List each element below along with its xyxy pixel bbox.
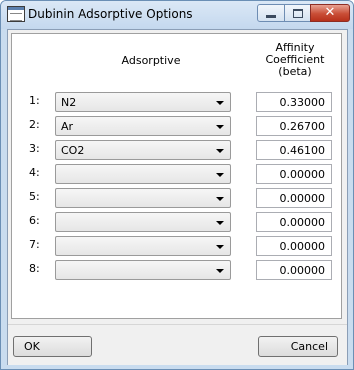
beta-field-4[interactable]: 0.00000: [256, 164, 332, 184]
beta-field-value: 0.00000: [279, 168, 326, 181]
chevron-down-icon: [216, 269, 224, 273]
chevron-down-icon: [216, 101, 224, 105]
beta-field-value: 0.00000: [279, 216, 326, 229]
beta-field-value: 0.00000: [279, 240, 326, 253]
chevron-down-icon: [216, 149, 224, 153]
minimize-button[interactable]: [257, 4, 285, 22]
adsorptive-select-value: N2: [61, 96, 77, 109]
chevron-down-icon: [216, 173, 224, 177]
adsorptive-select-7[interactable]: [55, 236, 231, 256]
adsorptive-select-5[interactable]: [55, 188, 231, 208]
row-number: 2:: [29, 118, 40, 131]
beta-field-value: 0.26700: [279, 120, 326, 133]
close-button[interactable]: ✕: [310, 4, 350, 22]
chevron-down-icon: [216, 125, 224, 129]
chevron-down-icon: [216, 197, 224, 201]
adsorptive-select-value: CO2: [61, 144, 85, 157]
adsorptive-table-panel: Adsorptive Affinity Coefficient (beta) 1…: [11, 33, 342, 319]
beta-field-8[interactable]: 0.00000: [256, 260, 332, 280]
row-number: 3:: [29, 142, 40, 155]
button-bar: OK Cancel: [8, 324, 347, 365]
beta-field-value: 0.00000: [279, 192, 326, 205]
beta-field-value: 0.00000: [279, 264, 326, 277]
adsorptive-select-2[interactable]: Ar: [55, 116, 231, 136]
row-number: 8:: [29, 262, 40, 275]
dialog-window: Dubinin Adsorptive Options ✕ Adsorptive …: [0, 0, 354, 370]
beta-field-1[interactable]: 0.33000: [256, 92, 332, 112]
adsorptive-select-6[interactable]: [55, 212, 231, 232]
row-number: 6:: [29, 214, 40, 227]
window-title: Dubinin Adsorptive Options: [28, 7, 193, 21]
row-number: 7:: [29, 238, 40, 251]
close-icon: ✕: [324, 5, 336, 20]
affinity-header-line: (beta): [278, 65, 312, 78]
maximize-button[interactable]: [284, 4, 311, 22]
dialog-client-area: Adsorptive Affinity Coefficient (beta) 1…: [7, 29, 348, 365]
adsorptive-select-3[interactable]: CO2: [55, 140, 231, 160]
beta-field-value: 0.46100: [279, 144, 326, 157]
row-number: 5:: [29, 190, 40, 203]
affinity-column-header: Affinity Coefficient (beta): [258, 42, 332, 78]
app-window-icon: [7, 6, 25, 22]
row-number: 4:: [29, 166, 40, 179]
chevron-down-icon: [216, 221, 224, 225]
row-number: 1:: [29, 94, 40, 107]
beta-field-value: 0.33000: [279, 96, 326, 109]
adsorptive-select-8[interactable]: [55, 260, 231, 280]
beta-field-6[interactable]: 0.00000: [256, 212, 332, 232]
beta-field-5[interactable]: 0.00000: [256, 188, 332, 208]
beta-field-3[interactable]: 0.46100: [256, 140, 332, 160]
beta-field-2[interactable]: 0.26700: [256, 116, 332, 136]
chevron-down-icon: [216, 245, 224, 249]
adsorptive-select-4[interactable]: [55, 164, 231, 184]
beta-field-7[interactable]: 0.00000: [256, 236, 332, 256]
ok-button[interactable]: OK: [13, 336, 92, 357]
adsorptive-column-header: Adsorptive: [121, 54, 181, 67]
cancel-button[interactable]: Cancel: [258, 336, 338, 357]
adsorptive-select-1[interactable]: N2: [55, 92, 231, 112]
adsorptive-select-value: Ar: [61, 120, 74, 133]
title-bar[interactable]: Dubinin Adsorptive Options ✕: [1, 1, 353, 29]
